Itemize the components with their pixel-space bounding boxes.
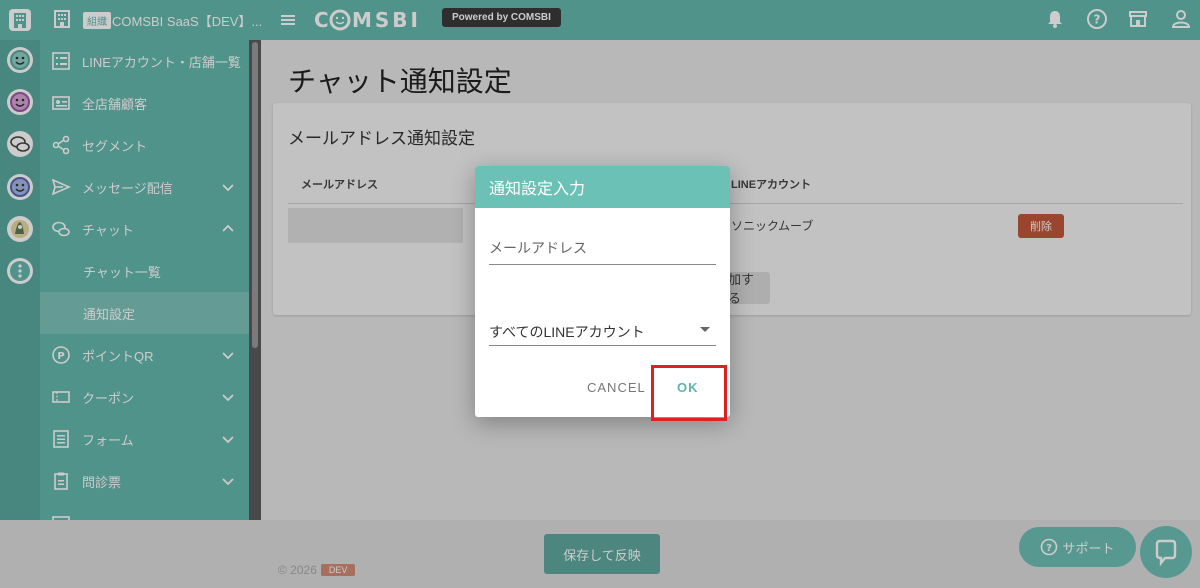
ok-button-highlight [651,365,727,421]
line-account-select[interactable]: すべてのLINEアカウント [489,312,716,346]
select-value: すべてのLINEアカウント [489,324,645,340]
dialog-title: 通知設定入力 [475,166,730,208]
cancel-button[interactable]: CANCEL [587,380,646,395]
email-field[interactable] [489,231,716,265]
dropdown-arrow-icon [700,327,710,332]
email-input[interactable] [489,231,716,264]
